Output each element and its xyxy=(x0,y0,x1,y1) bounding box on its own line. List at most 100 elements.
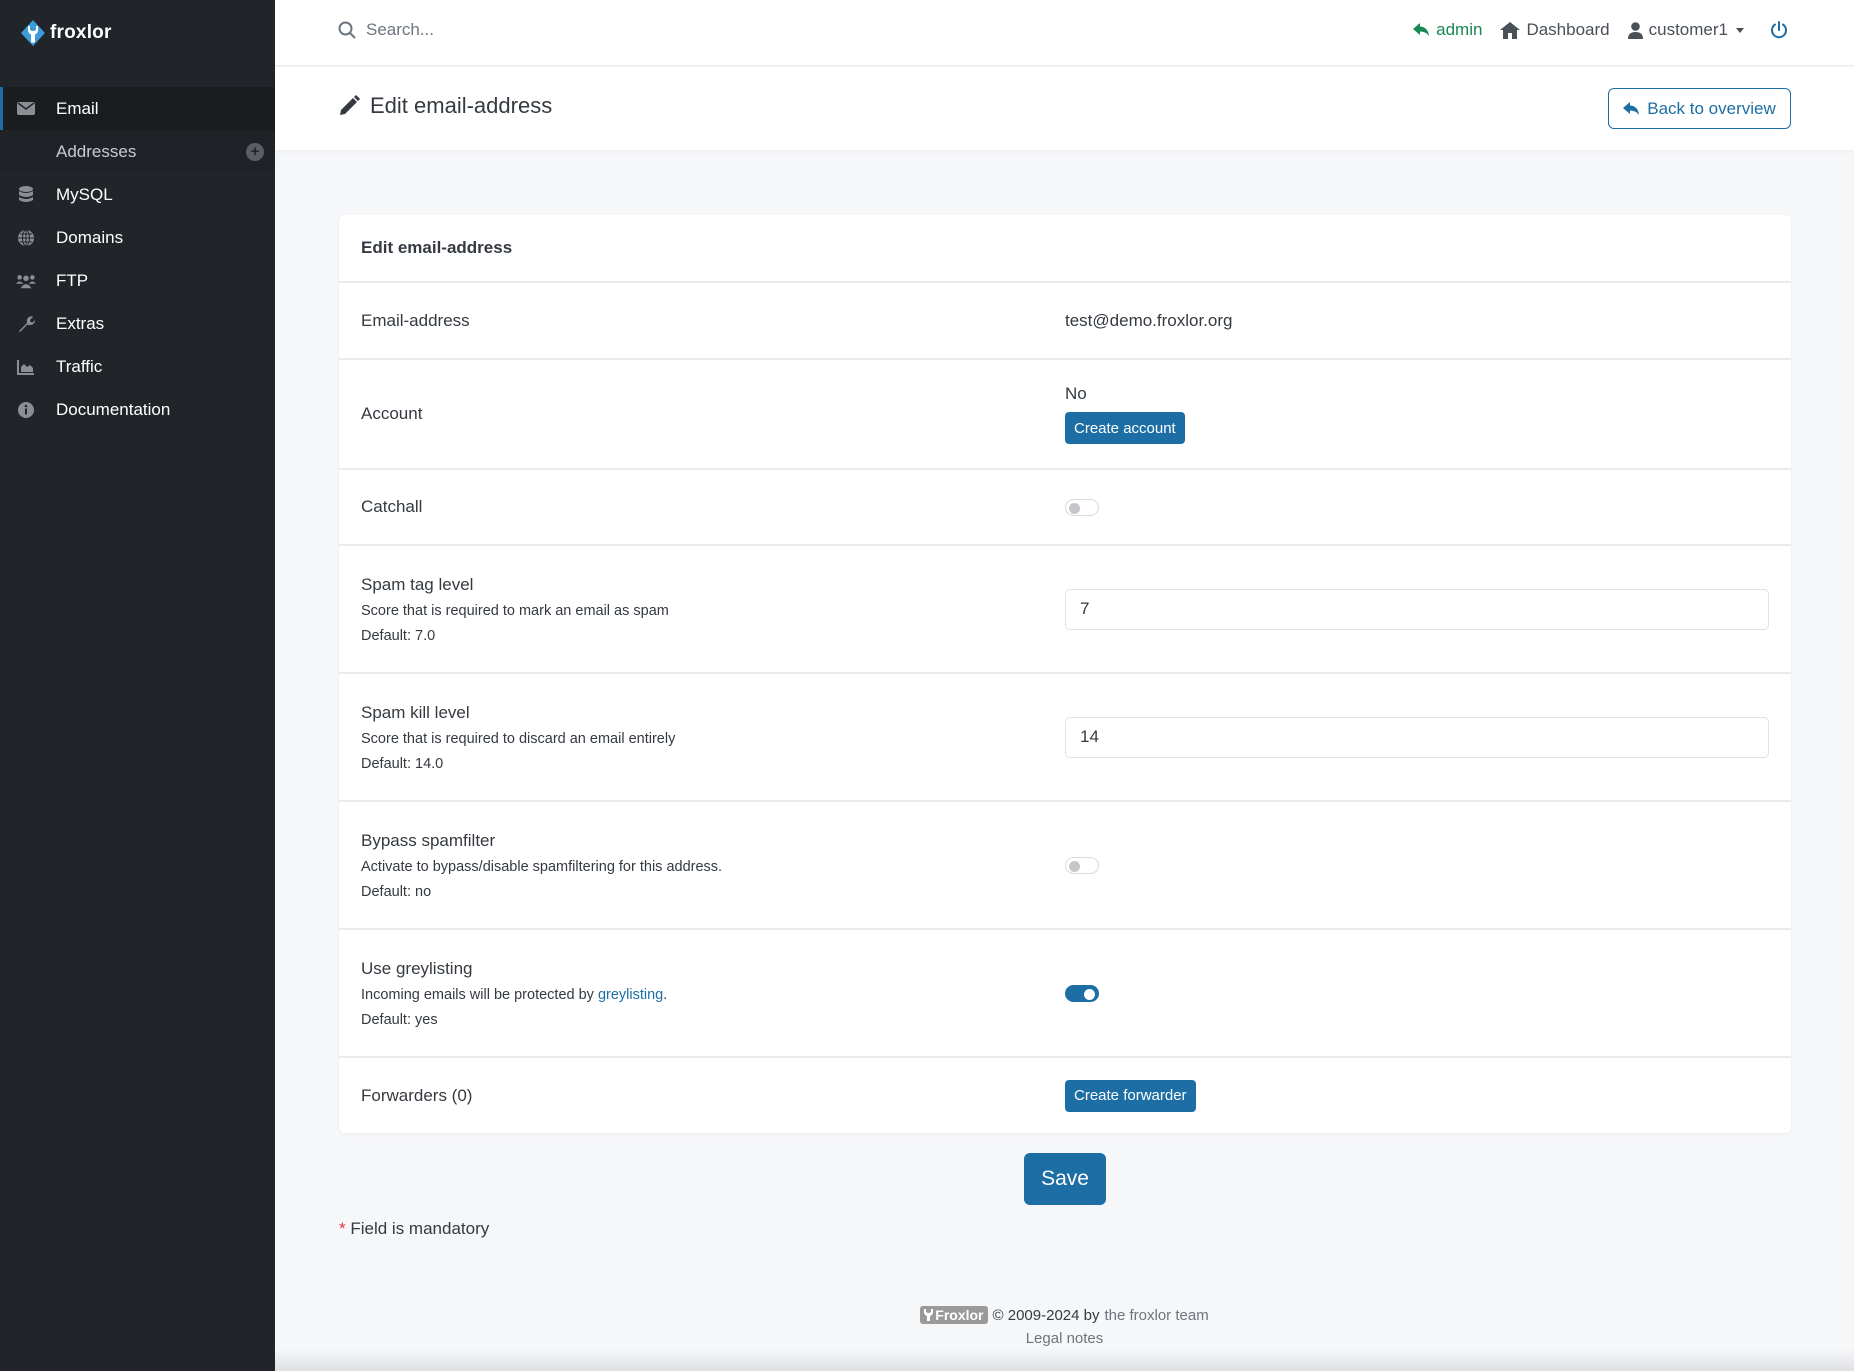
sidebar-item-email[interactable]: Email xyxy=(0,87,275,130)
row-email-address: Email-address test@demo.froxlor.org xyxy=(339,283,1791,360)
mandatory-note: * Field is mandatory xyxy=(339,1219,489,1239)
dashboard-link[interactable]: Dashboard xyxy=(1500,20,1610,40)
greylisting-label: Use greylisting xyxy=(361,958,473,978)
create-forwarder-button[interactable]: Create forwarder xyxy=(1065,1079,1196,1112)
greylisting-link[interactable]: greylisting xyxy=(598,987,663,1003)
account-value: No xyxy=(1065,384,1087,403)
sidebar-item-documentation[interactable]: Documentation xyxy=(0,388,275,431)
row-catchall: Catchall xyxy=(339,470,1791,546)
forwarders-label: Forwarders (0) xyxy=(361,1085,473,1105)
reply-icon xyxy=(1623,101,1640,115)
spam-kill-level-description: Score that is required to discard an ema… xyxy=(361,730,676,747)
spam-kill-level-default: Default: 14.0 xyxy=(361,755,444,772)
greylisting-description-text: Incoming emails will be protected by xyxy=(361,986,598,1003)
envelope-icon xyxy=(16,100,36,118)
search-input[interactable] xyxy=(366,20,666,40)
catchall-label: Catchall xyxy=(361,497,423,516)
chevron-down-icon xyxy=(1736,27,1744,33)
froxlor-logo-icon xyxy=(21,20,45,46)
sidebar-item-mysql[interactable]: MySQL xyxy=(0,173,275,216)
admin-label: admin xyxy=(1436,20,1483,39)
email-address-label: Email-address xyxy=(361,310,470,330)
bypass-spamfilter-label: Bypass spamfilter xyxy=(361,830,496,850)
sidebar-item-extras[interactable]: Extras xyxy=(0,302,275,345)
page-title: Edit email-address xyxy=(338,93,552,119)
database-icon xyxy=(16,186,36,204)
sidebar-item-label: Domains xyxy=(56,227,124,247)
sidebar-subitem-label: Addresses xyxy=(56,141,137,161)
row-account: Account No Create account xyxy=(339,360,1791,470)
admin-link[interactable]: admin xyxy=(1413,20,1482,40)
topbar: admin Dashboard customer1 xyxy=(275,0,1854,66)
froxlor-team-link[interactable]: the froxlor team xyxy=(1104,1307,1208,1324)
save-button[interactable]: Save xyxy=(1024,1153,1106,1205)
footer-badge-text: Froxlor xyxy=(935,1307,984,1323)
user-icon xyxy=(1627,21,1643,39)
spam-tag-level-label: Spam tag level xyxy=(361,574,474,594)
account-label: Account xyxy=(361,404,423,423)
page-header: Edit email-address Back to overview xyxy=(275,67,1854,150)
catchall-toggle[interactable] xyxy=(1065,498,1099,516)
back-to-overview-button[interactable]: Back to overview xyxy=(1608,88,1791,129)
spam-tag-level-description: Score that is required to mark an email … xyxy=(361,602,669,619)
froxlor-logo-icon xyxy=(924,1309,934,1321)
email-address-value: test@demo.froxlor.org xyxy=(1065,310,1233,330)
chart-area-icon xyxy=(16,358,36,376)
reply-icon xyxy=(1413,23,1430,36)
wrench-icon xyxy=(16,315,36,333)
page-title-text: Edit email-address xyxy=(370,93,553,118)
bypass-spamfilter-description: Activate to bypass/disable spamfiltering… xyxy=(361,858,723,875)
back-to-overview-label: Back to overview xyxy=(1647,98,1776,118)
card-title: Edit email-address xyxy=(339,215,1791,283)
power-icon xyxy=(1771,21,1787,39)
spam-kill-level-label: Spam kill level xyxy=(361,702,470,722)
spam-kill-level-input[interactable] xyxy=(1065,716,1769,758)
search-icon xyxy=(338,21,356,39)
sidebar-item-ftp[interactable]: FTP xyxy=(0,259,275,302)
greylisting-description-suffix: . xyxy=(663,986,668,1003)
bypass-spamfilter-default: Default: no xyxy=(361,883,432,900)
logout-button[interactable] xyxy=(1770,21,1788,39)
sidebar-nav: Email Addresses + MySQL Domains FTP Extr… xyxy=(0,87,275,431)
footer: Froxlor © 2009-2024 by the froxlor team … xyxy=(275,1306,1854,1347)
globe-icon xyxy=(16,229,36,247)
row-spam-kill-level: Spam kill level Score that is required t… xyxy=(339,674,1791,802)
sidebar-item-domains[interactable]: Domains xyxy=(0,216,275,259)
row-bypass-spamfilter: Bypass spamfilter Activate to bypass/dis… xyxy=(339,802,1791,930)
sidebar-item-label: FTP xyxy=(56,270,89,290)
sidebar-item-label: Documentation xyxy=(56,399,171,419)
row-forwarders: Forwarders (0) Create forwarder xyxy=(339,1058,1791,1133)
user-label: customer1 xyxy=(1648,20,1728,39)
sidebar-item-label: Email xyxy=(56,98,99,118)
greylisting-toggle[interactable] xyxy=(1065,984,1099,1002)
brand-logo[interactable]: froxlor xyxy=(20,18,112,48)
users-icon xyxy=(16,272,36,290)
edit-email-card: Edit email-address Email-address test@de… xyxy=(339,215,1791,1133)
user-menu-dropdown[interactable]: customer1 xyxy=(1627,20,1744,40)
top-nav: admin Dashboard customer1 xyxy=(1413,20,1788,40)
sidebar-item-label: Traffic xyxy=(56,356,103,376)
bypass-spamfilter-toggle[interactable] xyxy=(1065,856,1099,874)
greylisting-description: Incoming emails will be protected by gre… xyxy=(361,987,667,1003)
plus-circle-icon[interactable]: + xyxy=(246,142,264,161)
sidebar-subitem-addresses[interactable]: Addresses + xyxy=(0,130,275,173)
spam-tag-level-default: Default: 7.0 xyxy=(361,627,436,644)
spam-tag-level-input[interactable] xyxy=(1065,588,1769,630)
mandatory-star: * xyxy=(339,1219,346,1238)
row-spam-tag-level: Spam tag level Score that is required to… xyxy=(339,546,1791,674)
dashboard-label: Dashboard xyxy=(1526,20,1610,39)
home-icon xyxy=(1500,21,1521,39)
sidebar-item-label: Extras xyxy=(56,313,105,333)
footer-copyright: © 2009-2024 by xyxy=(992,1306,1100,1324)
brand-name: froxlor xyxy=(50,22,112,43)
row-use-greylisting: Use greylisting Incoming emails will be … xyxy=(339,930,1791,1058)
search-box xyxy=(338,20,666,40)
sidebar: froxlor Email Addresses + MySQL Domains xyxy=(0,0,275,1371)
bottom-shadow xyxy=(275,1349,1854,1371)
sidebar-item-label: MySQL xyxy=(56,184,113,204)
legal-notes-link[interactable]: Legal notes xyxy=(275,1330,1854,1347)
create-account-button[interactable]: Create account xyxy=(1065,412,1185,444)
mandatory-text: Field is mandatory xyxy=(345,1219,490,1238)
sidebar-item-traffic[interactable]: Traffic xyxy=(0,345,275,388)
info-icon xyxy=(16,401,36,419)
